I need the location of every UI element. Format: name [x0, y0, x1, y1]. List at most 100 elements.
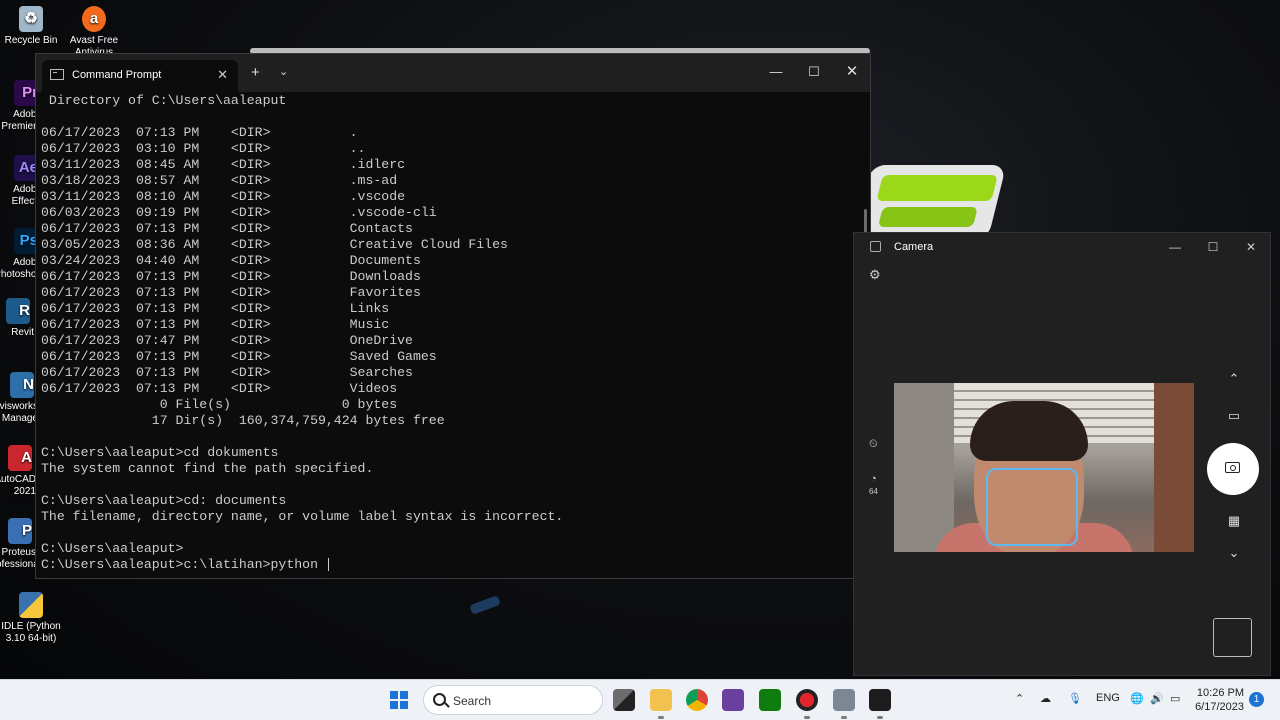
terminal-line: 06/17/2023 07:13 PM <DIR> Searches	[41, 365, 413, 380]
chevron-up-icon[interactable]: ⌃	[1015, 692, 1024, 705]
window-title: Camera	[894, 241, 934, 253]
minimize-button[interactable]: —	[763, 62, 789, 82]
terminal-icon	[50, 69, 64, 80]
desktop-wallpaper-shape	[852, 165, 1007, 240]
terminal-line: 03/05/2023 08:36 AM <DIR> Creative Cloud…	[41, 237, 508, 252]
command-prompt-window[interactable]: Command Prompt ✕ + ⌄ — ☐ ✕ Directory of …	[35, 53, 871, 579]
terminal-line: 06/17/2023 07:13 PM <DIR> Music	[41, 317, 390, 332]
video-mode-icon[interactable]: ▭	[1224, 408, 1244, 424]
terminal-taskbar-icon[interactable]	[869, 689, 891, 711]
xbox-icon[interactable]	[759, 689, 781, 711]
terminal-line: 03/11/2023 08:45 AM <DIR> .idlerc	[41, 157, 406, 172]
desktop-icon-proteus[interactable]: P Proteus Professional	[0, 518, 36, 574]
timer-icon[interactable]: ⏲	[869, 438, 878, 451]
search-placeholder: Search	[453, 694, 492, 708]
clock-date: 6/17/2023	[1195, 701, 1244, 713]
terminal-line: 03/18/2023 08:57 AM <DIR> .ms-ad	[41, 173, 398, 188]
proteus-icon: P	[8, 518, 32, 544]
terminal-line: Directory of C:\Users\aaleaput	[41, 93, 287, 108]
python-icon	[19, 592, 43, 618]
terminal-line: The filename, directory name, or volume …	[41, 509, 564, 524]
terminal-output[interactable]: Directory of C:\Users\aaleaput 06/17/2023…	[41, 93, 860, 578]
terminal-line: 06/17/2023 07:47 PM <DIR> OneDrive	[41, 333, 413, 348]
recycle-bin-icon: ♻	[19, 6, 43, 32]
desktop-icon-recycle-bin[interactable]: ♻ Recycle Bin	[0, 6, 65, 47]
tab-title: Command Prompt	[72, 69, 162, 81]
terminal-line: The system cannot find the path specifie…	[41, 461, 374, 476]
file-explorer-icon[interactable]	[650, 689, 672, 711]
close-tab-icon[interactable]: ✕	[217, 67, 228, 83]
tab-command-prompt[interactable]: Command Prompt ✕	[42, 60, 238, 92]
language-indicator[interactable]: ENG	[1096, 692, 1120, 704]
qr-code-icon[interactable]: ▦	[1224, 513, 1244, 529]
microphone-icon[interactable]: 🎙	[1068, 692, 1082, 705]
chevron-up-icon[interactable]: ⌃	[1224, 371, 1244, 387]
terminal-line: 06/17/2023 07:13 PM <DIR> .	[41, 125, 358, 140]
running-indicator	[877, 716, 883, 719]
desktop-icon-avast[interactable]: a Avast Free Antivirus	[60, 6, 128, 58]
desktop-icon-label: Recycle Bin	[4, 35, 58, 46]
terminal-line: 06/17/2023 07:13 PM <DIR> Saved Games	[41, 349, 437, 364]
terminal-line: 06/17/2023 03:10 PM <DIR> ..	[41, 141, 366, 156]
maximize-button[interactable]: ☐	[1200, 237, 1226, 257]
battery-icon[interactable]: ▭	[1170, 692, 1180, 705]
terminal-line: 06/17/2023 07:13 PM <DIR> Favorites	[41, 285, 421, 300]
terminal-line: 06/17/2023 07:13 PM <DIR> Links	[41, 301, 390, 316]
notification-badge[interactable]: 1	[1249, 692, 1264, 707]
new-tab-button[interactable]: +	[251, 64, 260, 81]
close-button[interactable]: ✕	[1238, 237, 1264, 257]
clock[interactable]: 10:26 PM 6/17/2023	[1180, 686, 1244, 714]
terminal-line: 17 Dir(s) 160,374,759,424 bytes free	[41, 413, 445, 428]
running-indicator	[841, 716, 847, 719]
desktop-icon-label: IDLE (Python 3.10 64-bit)	[1, 621, 61, 644]
start-button[interactable]	[390, 691, 408, 709]
windows-icon	[390, 691, 398, 699]
terminal-line: 06/03/2023 09:19 PM <DIR> .vscode-cli	[41, 205, 437, 220]
terminal-line: 0 File(s) 0 bytes	[41, 397, 398, 412]
globe-icon[interactable]: 🌐	[1130, 692, 1144, 705]
chrome-icon[interactable]	[686, 689, 708, 711]
search-box[interactable]: Search	[423, 685, 603, 715]
autocad-icon: A	[8, 445, 32, 471]
gear-icon[interactable]: ⚙	[869, 267, 881, 283]
command-input-text: C:\Users\aaleaput>c:\latihan>python	[41, 557, 326, 572]
camera-window[interactable]: Camera — ☐ ✕ ⚙ ⏲ ◔ 64 ⌃ ▭ ▦ ⌄	[853, 232, 1271, 676]
terminal-line: 06/17/2023 07:13 PM <DIR> Videos	[41, 381, 398, 396]
cloud-icon[interactable]: ☁	[1040, 692, 1051, 705]
revit-icon: R	[6, 298, 30, 324]
close-button[interactable]: ✕	[839, 62, 865, 82]
desktop-icon-label: Navisworks Manage	[0, 401, 38, 424]
terminal-line: 06/17/2023 07:13 PM <DIR> Contacts	[41, 221, 413, 236]
speaker-icon[interactable]: 🔊	[1150, 692, 1164, 705]
chevron-down-icon[interactable]: ⌄	[1224, 545, 1244, 561]
screen-recorder-icon[interactable]	[796, 689, 818, 711]
desktop-icon-autocad[interactable]: A AutoCAD 2021	[0, 445, 36, 499]
navisworks-icon: N	[10, 372, 34, 398]
terminal-line: 03/11/2023 08:10 AM <DIR> .vscode	[41, 189, 406, 204]
desktop-icon-idle-python[interactable]: IDLE (Python 3.10 64-bit)	[0, 592, 65, 645]
clock-time: 10:26 PM	[1196, 687, 1244, 699]
desktop-icon-revit[interactable]: R Revit	[0, 298, 34, 338]
desktop-icon-navisworks[interactable]: N Navisworks Manage	[0, 372, 38, 426]
desktop-wallpaper-streak	[469, 595, 501, 615]
running-indicator	[658, 716, 664, 719]
command-prompt-titlebar[interactable]: Command Prompt ✕ + ⌄ — ☐ ✕	[36, 54, 870, 92]
photo-thumbnail[interactable]	[1213, 618, 1252, 657]
hdr-icon[interactable]: ◔ 64	[869, 473, 878, 497]
clipchamp-icon[interactable]	[722, 689, 744, 711]
terminal-line: 03/24/2023 04:40 AM <DIR> Documents	[41, 253, 421, 268]
camera-taskbar-icon[interactable]	[833, 689, 855, 711]
face-detection-box	[986, 468, 1078, 546]
take-photo-button[interactable]	[1207, 443, 1259, 495]
terminal-input-line[interactable]: C:\Users\aaleaput>c:\latihan>python	[41, 557, 860, 573]
camera-icon	[1225, 462, 1240, 473]
minimize-button[interactable]: —	[1162, 237, 1188, 257]
desktop-icon-label: Proteus Professional	[0, 547, 36, 570]
avast-icon: a	[82, 6, 106, 32]
maximize-button[interactable]: ☐	[801, 62, 827, 82]
side-value: 64	[869, 487, 878, 496]
chevron-down-icon[interactable]: ⌄	[279, 65, 288, 78]
task-view-icon[interactable]	[613, 689, 635, 711]
